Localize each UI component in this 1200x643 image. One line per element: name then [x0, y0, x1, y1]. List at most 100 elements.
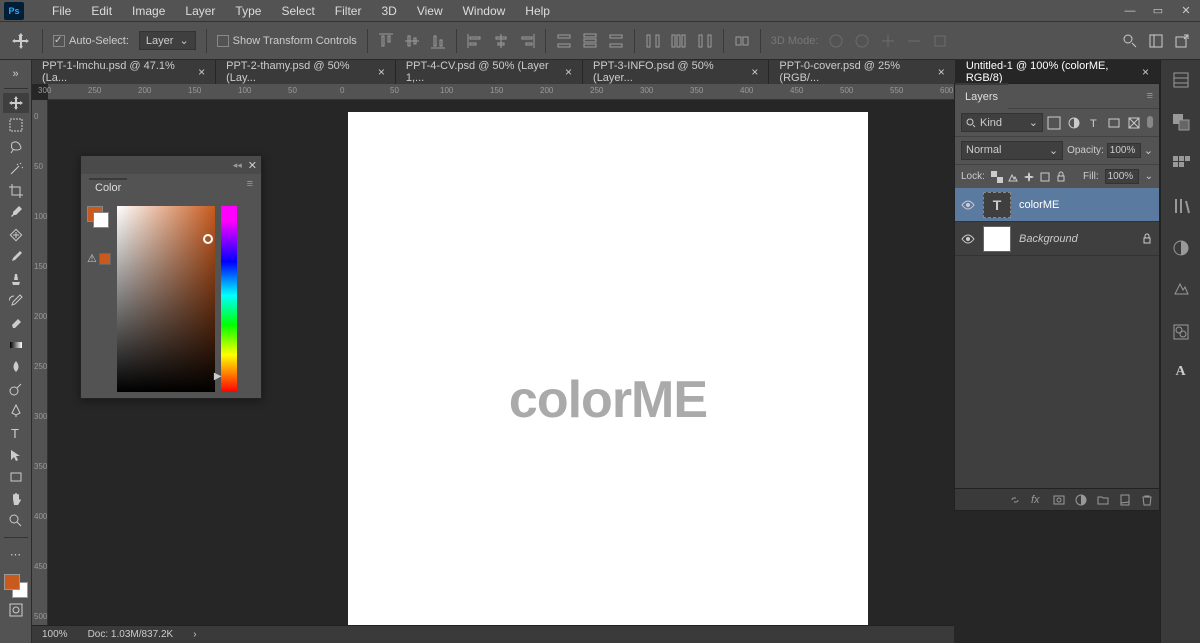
align-right-icon[interactable]	[519, 33, 535, 49]
history-panel-icon[interactable]	[1171, 70, 1191, 90]
zoom-level[interactable]: 100%	[42, 629, 68, 640]
distribute-hcenter-icon[interactable]	[671, 33, 687, 49]
layer-thumbnail[interactable]	[983, 226, 1011, 252]
tab-close-icon[interactable]: ×	[1142, 65, 1149, 79]
menu-image[interactable]: Image	[122, 0, 175, 22]
move-tool[interactable]	[3, 93, 29, 113]
color-swatches[interactable]	[87, 206, 109, 228]
visibility-toggle-icon[interactable]	[961, 232, 975, 246]
styles-panel-icon[interactable]	[1171, 280, 1191, 300]
adjustments-panel-icon[interactable]	[1171, 238, 1191, 258]
filter-type-icon[interactable]: T	[1087, 116, 1101, 130]
brush-tool[interactable]	[3, 247, 29, 267]
zoom-tool[interactable]	[3, 511, 29, 531]
show-transform-checkbox[interactable]: Show Transform Controls	[217, 35, 357, 47]
auto-select-checkbox[interactable]: Auto-Select:	[53, 35, 129, 47]
gamut-swatch[interactable]	[99, 253, 111, 265]
menu-file[interactable]: File	[42, 0, 81, 22]
align-vcenter-icon[interactable]	[404, 33, 420, 49]
lock-position-icon[interactable]	[1023, 171, 1035, 183]
collapse-panel-icon[interactable]: ◂◂	[233, 160, 242, 171]
align-top-icon[interactable]	[378, 33, 394, 49]
chevron-down-icon[interactable]: ⌄	[1144, 144, 1153, 157]
layer-item[interactable]: TcolorME	[955, 188, 1159, 222]
lock-transparency-icon[interactable]	[991, 171, 1003, 183]
color-panel-icon[interactable]	[1171, 112, 1191, 132]
document-tab[interactable]: PPT-0-cover.psd @ 25% (RGB/...×	[769, 60, 955, 84]
layer-name-label[interactable]: Background	[1019, 233, 1078, 245]
lock-image-icon[interactable]	[1007, 171, 1019, 183]
fill-input[interactable]: 100%	[1105, 169, 1139, 184]
align-hcenter-icon[interactable]	[493, 33, 509, 49]
filter-toggle[interactable]	[1147, 116, 1153, 128]
chevron-down-icon[interactable]: ⌄	[1145, 171, 1153, 182]
info-chevron-icon[interactable]: ›	[193, 629, 196, 640]
tab-close-icon[interactable]: ×	[565, 65, 572, 79]
path-selection-tool[interactable]	[3, 445, 29, 465]
collapse-toolbar-icon[interactable]: »	[3, 64, 29, 84]
hand-tool[interactable]	[3, 489, 29, 509]
panel-menu-icon[interactable]: ≡	[247, 178, 253, 196]
color-field[interactable]	[117, 206, 215, 392]
panel-menu-icon[interactable]: ≡	[1141, 90, 1159, 102]
document-tab[interactable]: PPT-2-thamy.psd @ 50% (Lay...×	[216, 60, 396, 84]
menu-view[interactable]: View	[407, 0, 453, 22]
distribute-vcenter-icon[interactable]	[582, 33, 598, 49]
eraser-tool[interactable]	[3, 313, 29, 333]
color-field-cursor[interactable]	[203, 234, 213, 244]
rectangle-tool[interactable]	[3, 467, 29, 487]
layer-name-label[interactable]: colorME	[1019, 199, 1059, 211]
clone-stamp-tool[interactable]	[3, 269, 29, 289]
crop-tool[interactable]	[3, 181, 29, 201]
link-layers-icon[interactable]	[1009, 494, 1021, 506]
filter-shape-icon[interactable]	[1107, 116, 1121, 130]
layer-mask-icon[interactable]	[1053, 494, 1065, 506]
tab-close-icon[interactable]: ×	[378, 65, 385, 79]
document-tab[interactable]: PPT-1-lmchu.psd @ 47.1% (La...×	[32, 60, 216, 84]
tab-close-icon[interactable]: ×	[751, 65, 758, 79]
menu-select[interactable]: Select	[271, 0, 324, 22]
edit-toolbar-icon[interactable]: ⋯	[3, 544, 29, 564]
blend-mode-select[interactable]: Normal⌄	[961, 141, 1063, 160]
minimize-button[interactable]: —	[1116, 0, 1144, 22]
group-layers-icon[interactable]	[1097, 494, 1109, 506]
menu-window[interactable]: Window	[453, 0, 516, 22]
canvas[interactable]: colorME	[348, 112, 868, 632]
menu-filter[interactable]: Filter	[325, 0, 372, 22]
document-tab[interactable]: PPT-3-INFO.psd @ 50% (Layer...×	[583, 60, 769, 84]
hue-slider-handle[interactable]: ▶	[214, 371, 222, 382]
filter-pixel-icon[interactable]	[1047, 116, 1061, 130]
healing-brush-tool[interactable]	[3, 225, 29, 245]
visibility-toggle-icon[interactable]	[961, 198, 975, 212]
background-color-swatch[interactable]	[93, 212, 109, 228]
distribute-bottom-icon[interactable]	[608, 33, 624, 49]
quick-mask-icon[interactable]	[3, 600, 29, 620]
magic-wand-tool[interactable]	[3, 159, 29, 179]
canvas-text-layer[interactable]: colorME	[509, 370, 707, 430]
share-icon[interactable]	[1174, 33, 1190, 49]
character-panel-icon[interactable]: A	[1175, 364, 1185, 380]
document-tab[interactable]: PPT-4-CV.psd @ 50% (Layer 1,...×	[396, 60, 583, 84]
layer-item[interactable]: Background	[955, 222, 1159, 256]
workspace-icon[interactable]	[1148, 33, 1164, 49]
blur-tool[interactable]	[3, 357, 29, 377]
new-layer-icon[interactable]	[1119, 494, 1131, 506]
layer-group-select[interactable]: Layer⌄	[139, 31, 196, 50]
close-panel-icon[interactable]: ✕	[248, 159, 257, 172]
delete-layer-icon[interactable]	[1141, 494, 1153, 506]
color-swatches[interactable]	[4, 574, 28, 598]
layer-filter-select[interactable]: Kind ⌄	[961, 113, 1043, 132]
search-icon[interactable]	[1122, 33, 1138, 49]
eyedropper-tool[interactable]	[3, 203, 29, 223]
tab-close-icon[interactable]: ×	[938, 65, 945, 79]
align-bottom-icon[interactable]	[430, 33, 446, 49]
lasso-tool[interactable]	[3, 137, 29, 157]
dodge-tool[interactable]	[3, 379, 29, 399]
opacity-input[interactable]: 100%	[1107, 143, 1141, 158]
lock-all-icon[interactable]	[1055, 171, 1067, 183]
swatches-panel-icon[interactable]	[1171, 154, 1191, 174]
menu-layer[interactable]: Layer	[175, 0, 225, 22]
marquee-tool[interactable]	[3, 115, 29, 135]
menu-3d[interactable]: 3D	[371, 0, 406, 22]
gamut-warning[interactable]: ⚠	[87, 252, 111, 265]
